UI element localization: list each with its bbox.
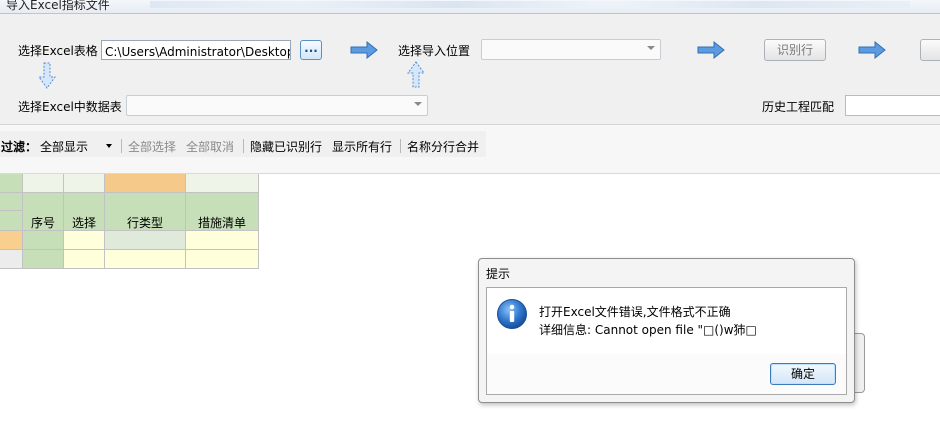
dialog-message-line2: 详细信息: Cannot open file "□()w犻□ <box>539 323 757 337</box>
arrow-down-icon <box>38 62 56 89</box>
dialog-title: 提示 <box>486 267 511 281</box>
grid-cell[interactable] <box>64 250 105 269</box>
row-header-cell <box>0 193 23 211</box>
ok-button[interactable]: 确定 <box>770 363 836 385</box>
message-dialog: 提示 打开Excel文件错误,文件格式不正确 详细信息: Cannot open… <box>478 258 855 403</box>
hide-identified-rows-button[interactable]: 隐藏已识别行 <box>250 138 322 155</box>
grid-cell[interactable] <box>23 250 64 269</box>
grid-header-band <box>64 174 105 193</box>
dialog-body: 打开Excel文件错误,文件格式不正确 详细信息: Cannot open fi… <box>486 287 847 395</box>
dialog-message-line1: 打开Excel文件错误,文件格式不正确 <box>539 305 731 319</box>
history-match-label: 历史工程匹配 <box>762 100 835 114</box>
sheet-label: 选择Excel中数据表 <box>18 100 122 114</box>
grid-cell[interactable] <box>105 250 186 269</box>
next-step-button[interactable] <box>920 39 940 61</box>
row-header-cell <box>0 211 23 231</box>
column-header-row-type[interactable]: 行类型 <box>105 193 186 231</box>
toolbar-divider <box>400 139 401 153</box>
column-header-measures[interactable]: 措施清单 <box>186 193 259 231</box>
merge-names-button[interactable]: 名称分行合并 <box>407 138 479 155</box>
window-title: 导入Excel指标文件 <box>6 0 110 12</box>
filter-toolbar: 过滤： 全部显示 全部选择 全部取消 隐藏已识别行 显示所有行 名称分行合并 <box>0 125 940 173</box>
column-header-label: 选择 <box>71 216 96 230</box>
arrow-right-icon <box>858 41 886 59</box>
arrow-right-icon <box>350 41 378 59</box>
row-header[interactable] <box>0 231 23 250</box>
dialog-message-area: 打开Excel文件错误,文件格式不正确 详细信息: Cannot open fi… <box>487 288 846 354</box>
grid-cell[interactable] <box>186 250 259 269</box>
grid-header-band <box>186 174 259 193</box>
toolbar-divider <box>243 139 244 153</box>
grid-corner-cell[interactable] <box>0 174 23 193</box>
filter-mode-select[interactable]: 全部显示 <box>37 135 117 155</box>
sheet-select[interactable] <box>126 95 428 116</box>
grid-cell[interactable] <box>23 231 64 250</box>
grid-selected-column-band <box>105 174 186 193</box>
chevron-down-icon <box>414 102 422 106</box>
import-panel: 选择Excel表格 C:\Users\Administrator\Desktop… <box>0 14 940 124</box>
column-header-label: 序号 <box>30 216 55 230</box>
row-header[interactable] <box>0 250 23 269</box>
show-all-rows-button[interactable]: 显示所有行 <box>332 138 392 155</box>
select-all-button[interactable]: 全部选择 <box>128 138 176 155</box>
column-header-label: 行类型 <box>126 216 163 230</box>
column-header-select[interactable]: 选择 <box>64 193 105 231</box>
data-grid: 序号 选择 行类型 措施清单 <box>0 174 260 270</box>
identify-rows-button[interactable]: 识别行 <box>764 39 826 61</box>
grid-cell[interactable] <box>186 231 259 250</box>
grid-header-band <box>23 174 64 193</box>
import-position-select[interactable] <box>481 39 661 60</box>
browse-button[interactable]: ... <box>300 40 322 60</box>
excel-file-label: 选择Excel表格 <box>18 44 98 58</box>
toolbar-divider <box>121 139 122 153</box>
arrow-right-icon <box>697 41 725 59</box>
background-window-blur <box>150 1 910 8</box>
history-match-field[interactable] <box>845 95 940 116</box>
filter-label: 过滤： <box>1 140 38 154</box>
import-position-label: 选择导入位置 <box>398 44 471 58</box>
grid-cell[interactable] <box>64 231 105 250</box>
column-header-index[interactable]: 序号 <box>23 193 64 231</box>
arrow-up-icon <box>407 61 425 88</box>
chevron-down-icon <box>647 46 655 50</box>
column-header-label: 措施清单 <box>197 216 246 230</box>
info-icon <box>497 299 527 329</box>
chevron-down-icon <box>106 144 112 148</box>
window-titlebar: 导入Excel指标文件 <box>0 0 940 13</box>
grid-cell[interactable] <box>105 231 186 250</box>
filter-mode-value: 全部显示 <box>40 140 89 154</box>
deselect-all-button[interactable]: 全部取消 <box>186 138 234 155</box>
excel-file-path-field[interactable]: C:\Users\Administrator\Desktop\山东 <box>101 40 291 60</box>
